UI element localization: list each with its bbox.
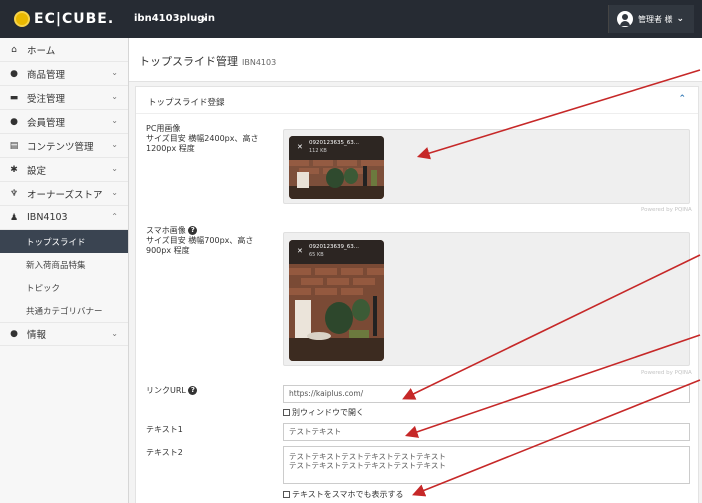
user-avatar-icon: [617, 11, 633, 27]
page-title: トップスライド管理 IBN4103: [139, 53, 276, 69]
sidebar-item-label: 会員管理: [27, 117, 66, 129]
sidebar-item-customers[interactable]: ● 会員管理 ⌄: [0, 110, 128, 134]
gear-icon: ✱: [10, 164, 18, 175]
cart-icon: ▬: [9, 92, 19, 103]
top-header: EC|CUBE. ibn4103plugin › 管理者 様 ⌄: [0, 0, 702, 38]
cube-icon: ●: [10, 68, 18, 79]
sp-display-label: テキストをスマホでも表示する: [292, 490, 404, 499]
chevron-right-icon: ›: [202, 12, 207, 25]
page-title-text: トップスライド管理: [139, 55, 238, 68]
sp-image-hint: サイズ目安 横幅700px、高さ900px 程度: [146, 236, 254, 255]
sp-image-thumbnail[interactable]: ✕ 0920123639_63... 65 KB: [289, 240, 384, 361]
pc-image-label-group: PC用画像 サイズ目安 横幅2400px、高さ1200px 程度: [146, 124, 278, 154]
chevron-down-icon: ⌄: [111, 68, 118, 77]
users-icon: ●: [10, 116, 18, 127]
link-url-label: リンクURL: [146, 386, 186, 395]
sidebar-item-orders[interactable]: ▬ 受注管理 ⌄: [0, 86, 128, 110]
checkbox-icon: [283, 491, 290, 498]
sidebar-item-label: コンテンツ管理: [27, 141, 94, 153]
sidebar-item-label: 情報: [27, 330, 47, 341]
thumbnail-overlay: ✕ 0920123635_63... 112 KB: [289, 136, 384, 160]
panel-title: トップスライド登録: [148, 98, 225, 108]
chevron-down-icon: ⌄: [111, 188, 118, 197]
chevron-down-icon: ⌄: [676, 14, 685, 24]
checkbox-icon: [283, 409, 290, 416]
text1-label: テキスト1: [146, 425, 183, 434]
powered-by-label: Powered by PQINA: [641, 207, 692, 213]
sidebar-item-label: 商品管理: [27, 69, 66, 81]
sidebar-item-label: ホーム: [27, 45, 56, 57]
new-window-checkbox[interactable]: 別ウィンドウで開く: [283, 407, 364, 418]
logo-text: EC|CUBE.: [34, 11, 115, 27]
new-window-label: 別ウィンドウで開く: [292, 408, 364, 417]
file-name: 0920123635_63...: [309, 140, 359, 146]
sidebar-item-products[interactable]: ● 商品管理 ⌄: [0, 62, 128, 86]
sidebar-item-home[interactable]: ⌂ ホーム: [0, 38, 128, 62]
top-slide-form-panel: トップスライド登録 ⌃ PC用画像 サイズ目安 横幅2400px、高さ1200p…: [135, 86, 699, 503]
sidebar-item-contents[interactable]: ▤ コンテンツ管理 ⌄: [0, 134, 128, 158]
puzzle-icon: ♟: [9, 212, 19, 223]
panel-header[interactable]: トップスライド登録 ⌃: [136, 87, 698, 114]
chevron-down-icon: ⌄: [111, 116, 118, 125]
pc-image-thumbnail[interactable]: ✕ 0920123635_63... 112 KB: [289, 136, 384, 199]
sidebar-subitem-new-arrivals[interactable]: 新入荷商品特集: [0, 253, 128, 276]
chevron-up-icon: ⌃: [111, 212, 118, 221]
logo-coin-icon: [14, 11, 30, 27]
sidebar-item-settings[interactable]: ✱ 設定 ⌄: [0, 158, 128, 182]
file-name: 0920123639_63...: [309, 244, 359, 250]
sidebar-item-label: 設定: [27, 165, 47, 177]
help-icon[interactable]: ?: [188, 386, 198, 395]
chevron-down-icon: ⌄: [111, 329, 118, 338]
plug-icon: ♆: [9, 188, 19, 199]
file-size: 65 KB: [309, 252, 324, 258]
remove-image-icon[interactable]: ✕: [297, 143, 303, 151]
powered-by-label: Powered by PQINA: [641, 370, 692, 376]
link-url-input[interactable]: https://kaiplus.com/: [283, 385, 690, 403]
text2-label: テキスト2: [146, 448, 183, 457]
document-icon: ▤: [9, 140, 19, 151]
sidebar-subitem-topics[interactable]: トピック: [0, 276, 128, 299]
sp-image-label-group: スマホ画像 ? サイズ目安 横幅700px、高さ900px 程度: [146, 226, 278, 256]
sidebar-item-label: 受注管理: [27, 93, 66, 105]
collapse-chevron-icon[interactable]: ⌃: [678, 94, 686, 104]
chevron-down-icon: ⌄: [111, 140, 118, 149]
page-subtitle: IBN4103: [242, 58, 277, 67]
thumbnail-overlay: ✕ 0920123639_63... 65 KB: [289, 240, 384, 264]
text1-input[interactable]: テストテキスト: [283, 423, 690, 441]
chevron-down-icon: ⌄: [111, 92, 118, 101]
sidebar-subitem-top-slide[interactable]: トップスライド: [0, 230, 128, 253]
sidebar-nav: ⌂ ホーム ● 商品管理 ⌄ ▬ 受注管理 ⌄ ● 会員管理 ⌄ ▤ コンテンツ…: [0, 38, 129, 503]
link-url-label-row: リンクURL ?: [146, 386, 198, 396]
remove-image-icon[interactable]: ✕: [297, 247, 303, 255]
sidebar-item-owners-store[interactable]: ♆ オーナーズストア ⌄: [0, 182, 128, 206]
sidebar-item-label: IBN4103: [27, 212, 68, 223]
sp-image-label: スマホ画像: [146, 226, 186, 235]
sidebar-item-ibn4103[interactable]: ♟ IBN4103 ⌃: [0, 206, 128, 230]
help-icon[interactable]: ?: [188, 226, 198, 235]
sp-image-label-row: スマホ画像 ?: [146, 226, 278, 236]
chevron-down-icon: ⌄: [111, 164, 118, 173]
sp-display-checkbox[interactable]: テキストをスマホでも表示する: [283, 489, 404, 500]
home-icon: ⌂: [11, 44, 17, 55]
file-size: 112 KB: [309, 148, 327, 154]
text2-textarea[interactable]: テストテキストテストテキストテストテキスト テストテキストテストテキストテストテ…: [283, 446, 690, 484]
sidebar-item-info[interactable]: ● 情報 ⌄: [0, 322, 128, 346]
info-icon: ●: [10, 329, 18, 339]
sidebar-subitem-category-banner[interactable]: 共通カテゴリバナー: [0, 299, 128, 322]
pc-image-hint: サイズ目安 横幅2400px、高さ1200px 程度: [146, 134, 259, 153]
user-menu-button[interactable]: 管理者 様 ⌄: [608, 5, 694, 33]
user-name: 管理者 様: [638, 14, 673, 24]
eccube-logo[interactable]: EC|CUBE.: [14, 11, 114, 27]
sidebar-item-label: オーナーズストア: [27, 189, 103, 201]
page-header: トップスライド管理 IBN4103: [129, 38, 702, 82]
pc-image-label: PC用画像: [146, 124, 181, 133]
